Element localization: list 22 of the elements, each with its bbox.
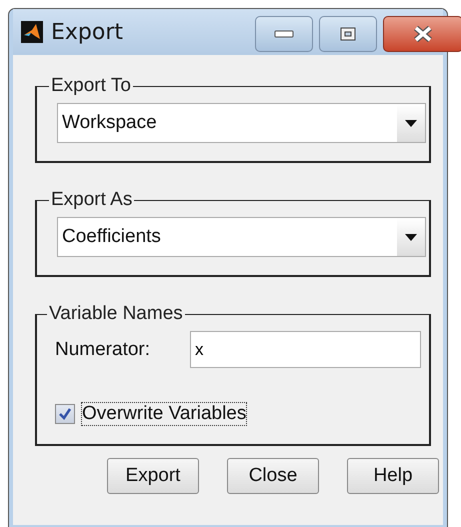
group-label: Export As [50,189,134,211]
dialog-button[interactable]: Close [227,458,319,494]
dropdown[interactable]: Coefficients [57,217,426,257]
field-label: Numerator: [55,338,152,360]
minimize-button[interactable] [255,16,313,52]
group-label: Variable Names [48,303,184,325]
maximize-icon [340,27,356,41]
maximize-button[interactable] [319,16,377,52]
app-logo-icon [21,21,43,43]
checkbox[interactable] [55,404,75,424]
group-label: Export To [50,75,132,97]
close-button[interactable] [383,16,461,52]
dropdown[interactable]: Workspace [57,103,426,143]
close-icon [413,26,433,42]
checkbox-label[interactable]: Overwrite Variables [81,402,248,426]
dialog-button[interactable]: Export [107,458,199,494]
minimize-icon [274,30,294,38]
caret-icon [405,120,417,126]
caret-icon [405,234,417,240]
dialog-button[interactable]: Help [347,458,439,494]
window-title: Export [51,20,124,44]
text-field[interactable]: x [190,331,421,368]
